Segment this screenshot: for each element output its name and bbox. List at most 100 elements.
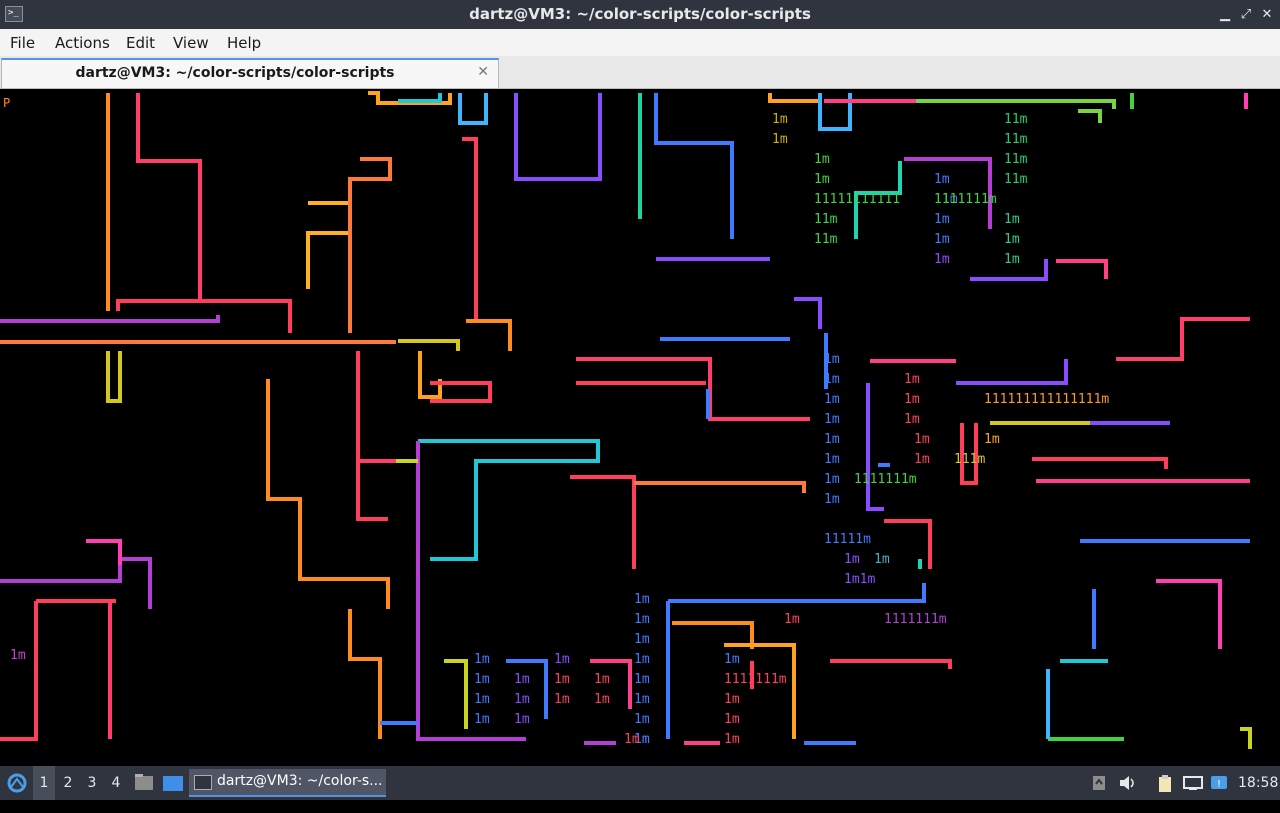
file-manager-launcher[interactable]: [134, 766, 154, 800]
terminal-output[interactable]: P 1m 1m 11m 11m 11m 11m 1m 1m 11111111111 11m 11m 1m…: [0, 89, 1280, 766]
terminal-tab[interactable]: dartz@VM3: ~/color-scripts/color-scripts…: [1, 58, 499, 88]
terminal-glyph-text: 1m: [594, 692, 610, 707]
terminal-glyph-text: 1111111m: [724, 672, 787, 687]
terminal-glyph-text: 1m: [474, 712, 490, 727]
volume-icon[interactable]: [1119, 775, 1135, 791]
terminal-glyph-text: 1m: [554, 692, 570, 707]
terminal-glyph-text: 1m: [724, 652, 740, 667]
menu-file[interactable]: File: [10, 34, 35, 52]
clipboard-icon[interactable]: [1157, 775, 1173, 792]
terminal-glyph-text: 1m: [772, 112, 788, 127]
terminal-glyph-text: 1m: [824, 472, 840, 487]
pipe-segment: [1032, 457, 1168, 469]
tab-label: dartz@VM3: ~/color-scripts/color-scripts: [75, 65, 395, 81]
terminal-glyph-text: 1m: [634, 652, 650, 667]
terminal-glyph-text: 1m: [634, 632, 650, 647]
notes-icon[interactable]: [1091, 775, 1107, 791]
pipe-segment: [398, 93, 442, 103]
tab-close-icon[interactable]: ✕: [477, 64, 489, 80]
pipe-segment: [818, 93, 852, 131]
terminal-glyph-text: 111m: [954, 452, 985, 467]
terminal-glyph-text: 1m: [724, 692, 740, 707]
minimize-button[interactable]: ▁: [1216, 6, 1234, 24]
menu-help[interactable]: Help: [227, 34, 261, 52]
terminal-glyph-text: 1m: [1004, 212, 1020, 227]
network-icon[interactable]: [1183, 775, 1203, 791]
terminal-glyph-text: 11111111111: [814, 192, 900, 207]
terminal-glyph-text: 1m: [634, 672, 650, 687]
pipe-segment: [418, 351, 442, 399]
show-desktop-launcher[interactable]: [162, 766, 184, 800]
start-menu-icon: [7, 773, 27, 793]
terminal-glyph-text: 1m: [554, 652, 570, 667]
pipe-segment: [418, 439, 600, 561]
workspace-3[interactable]: 3: [81, 766, 103, 800]
terminal-glyph-text: 1m: [514, 672, 530, 687]
taskbar: 1 2 3 4 dartz@VM3: ~/color-s... ! 18:58: [0, 766, 1280, 800]
terminal-glyph-text: 11m: [1004, 172, 1028, 187]
pipe-segment: [634, 481, 806, 493]
workspace-1[interactable]: 1: [33, 766, 55, 800]
pipe-segment: [266, 379, 390, 609]
terminal-glyph-text: 11m: [1004, 132, 1028, 147]
task-label: dartz@VM3: ~/color-s...: [217, 773, 383, 789]
terminal-glyph-text: 1111111m: [934, 192, 997, 207]
menu-bar: File Actions Edit View Help: [0, 29, 1280, 56]
taskbar-terminal-task[interactable]: dartz@VM3: ~/color-s...: [189, 769, 386, 797]
terminal-glyph-text: 111111111111111m: [984, 392, 1109, 407]
terminal-glyph-text: 1m: [474, 692, 490, 707]
tab-bar: dartz@VM3: ~/color-scripts/color-scripts…: [0, 56, 1280, 89]
terminal-glyph-text: 1m: [814, 152, 830, 167]
pipe-segment: [0, 601, 38, 741]
svg-text:!: !: [1217, 779, 1221, 790]
pipe-segment: [398, 339, 460, 351]
pipe-segment: [444, 659, 468, 729]
terminal-glyph-text: 11m: [1004, 112, 1028, 127]
terminal-glyph-text: 1m: [934, 212, 950, 227]
menu-view[interactable]: View: [173, 34, 209, 52]
pipe-segment: [306, 201, 352, 289]
pipe-segment: [136, 93, 202, 299]
terminal-glyph-text: 1m: [554, 672, 570, 687]
terminal-glyph-text: 1m: [634, 592, 650, 607]
terminal-glyph-text: 11m: [1004, 152, 1028, 167]
workspace-2[interactable]: 2: [57, 766, 79, 800]
menu-edit[interactable]: Edit: [126, 34, 155, 52]
terminal-glyph-text: 1m: [514, 712, 530, 727]
terminal-icon: [194, 775, 212, 790]
terminal-glyph-text: 1m: [824, 412, 840, 427]
window-titlebar[interactable]: >_ dartz@VM3: ~/color-scripts/color-scri…: [0, 0, 1280, 29]
terminal-glyph-text: 1m: [1004, 232, 1020, 247]
close-button[interactable]: ✕: [1258, 6, 1276, 24]
pipe-segment: [514, 93, 602, 181]
menu-actions[interactable]: Actions: [55, 34, 110, 52]
terminal-glyph-text: 1m: [824, 432, 840, 447]
terminal-glyph-text: 1m: [824, 492, 840, 507]
pipe-segment: [506, 659, 548, 719]
terminal-glyph-text: 1m1m: [844, 572, 875, 587]
terminal-glyph-text: 1m: [634, 712, 650, 727]
pipe-segment: [830, 659, 952, 669]
start-menu-button[interactable]: [4, 766, 30, 800]
terminal-glyph-text: 1m: [914, 432, 930, 447]
terminal-glyph-text: 1m: [904, 392, 920, 407]
terminal-glyph-text: 1m: [634, 612, 650, 627]
terminal-glyph-text: 1m: [934, 232, 950, 247]
terminal-glyph-text: 1m: [724, 732, 740, 747]
pipe-segment: [576, 357, 810, 421]
pipes-animation: P1m1m11m11m11m11m1m1m1111111111111m11m1m…: [0, 91, 1252, 749]
workspace-4[interactable]: 4: [105, 766, 127, 800]
terminal-glyph-text: 1m: [934, 252, 950, 267]
pipe-segment: [0, 315, 220, 323]
pipe-segment: [466, 319, 512, 351]
terminal-glyph-text: 1m: [824, 392, 840, 407]
terminal-glyph-text: 1m: [904, 412, 920, 427]
terminal-glyph-text: 1m: [824, 352, 840, 367]
terminal-glyph-text: 1m: [824, 372, 840, 387]
update-notifier-icon[interactable]: !: [1210, 775, 1227, 791]
pipe-segment: [884, 519, 932, 569]
terminal-glyph-text: 11111m: [824, 532, 871, 547]
terminal-glyph-text: 1111111m: [854, 472, 917, 487]
terminal-glyph-text: 1m: [984, 432, 1000, 447]
maximize-button[interactable]: ⤢: [1237, 6, 1255, 24]
